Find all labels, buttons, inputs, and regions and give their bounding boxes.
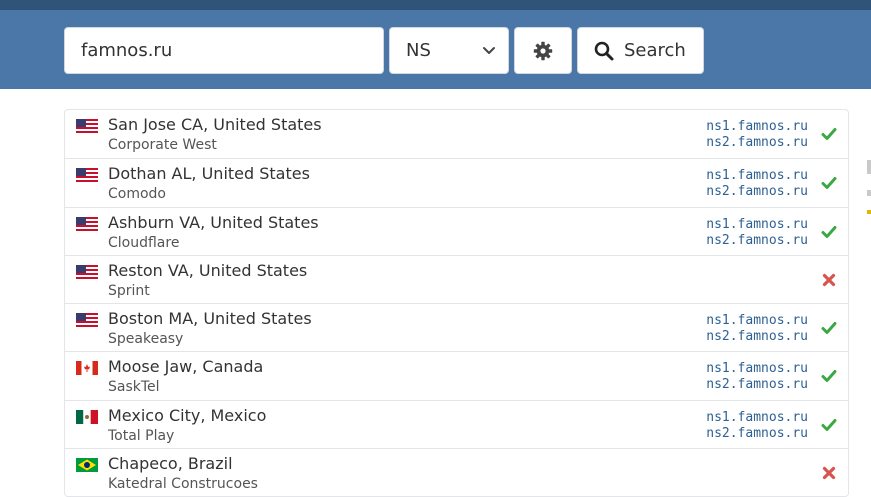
cross-icon bbox=[821, 465, 837, 481]
edge-fragment bbox=[867, 190, 871, 196]
flag-us-icon bbox=[76, 264, 98, 279]
result-row: San Jose CA, United States Corporate West… bbox=[65, 110, 848, 158]
edge-fragment bbox=[867, 160, 871, 174]
settings-button[interactable] bbox=[514, 27, 572, 74]
record-type-select[interactable]: NS bbox=[389, 27, 509, 74]
result-row: Chapeco, Brazil Katedral Construcoes bbox=[65, 448, 848, 496]
flag-ca-icon bbox=[76, 360, 98, 376]
nameserver-1: ns1.famnos.ru bbox=[706, 216, 808, 232]
result-location: Mexico City, Mexico bbox=[108, 405, 267, 425]
result-nameservers: ns1.famnos.ru ns2.famnos.ru bbox=[706, 168, 808, 200]
result-location: Moose Jaw, Canada bbox=[108, 357, 264, 377]
result-provider: Corporate West bbox=[108, 137, 217, 153]
check-icon bbox=[821, 368, 837, 384]
result-provider: Sprint bbox=[108, 282, 150, 299]
nameserver-1: ns1.famnos.ru bbox=[706, 361, 808, 377]
search-button-label: Search bbox=[624, 40, 686, 61]
flag-us-icon bbox=[76, 216, 98, 231]
domain-input[interactable] bbox=[81, 28, 371, 73]
result-row: Reston VA, United States Sprint bbox=[65, 254, 848, 303]
flag-mx-icon bbox=[76, 409, 98, 424]
result-nameservers: ns1.famnos.ru ns2.famnos.ru bbox=[706, 217, 808, 249]
magnifier-icon bbox=[594, 41, 614, 60]
result-provider: SaskTel bbox=[108, 379, 160, 396]
check-icon bbox=[821, 417, 837, 433]
nameserver-1: ns1.famnos.ru bbox=[706, 119, 808, 134]
header-bar: NS Search bbox=[0, 0, 871, 89]
nameserver-2: ns2.famnos.ru bbox=[706, 425, 808, 441]
result-nameservers: ns1.famnos.ru ns2.famnos.ru bbox=[706, 313, 808, 345]
nameserver-2: ns2.famnos.ru bbox=[706, 377, 808, 393]
flag-us-icon bbox=[76, 312, 98, 328]
nameserver-1: ns1.famnos.ru bbox=[706, 168, 808, 184]
edge-fragment bbox=[867, 210, 871, 214]
nameserver-1: ns1.famnos.ru bbox=[706, 313, 808, 329]
search-button[interactable]: Search bbox=[577, 27, 704, 74]
result-provider: Comodo bbox=[108, 186, 166, 203]
result-location: Reston VA, United States bbox=[108, 260, 308, 280]
result-row: Moose Jaw, Canada SaskTel ns1.famnos.ru ns2… bbox=[65, 351, 848, 399]
nameserver-2: ns2.famnos.ru bbox=[706, 184, 808, 200]
nameserver-2: ns2.famnos.ru bbox=[706, 329, 808, 345]
nameserver-1: ns1.famnos.ru bbox=[706, 409, 808, 425]
nameserver-2: ns2.famnos.ru bbox=[706, 232, 808, 248]
result-nameservers: ns1.famnos.ru ns2.famnos.ru bbox=[706, 410, 808, 442]
result-row: Boston MA, United States Speakeasy ns1.fam… bbox=[65, 303, 848, 351]
result-row: Dothan AL, United States Comodo ns1.famnos… bbox=[65, 158, 848, 206]
result-provider: Cloudflare bbox=[108, 234, 180, 251]
flag-br-icon bbox=[76, 457, 98, 473]
result-provider: Total Play bbox=[108, 427, 175, 444]
check-icon bbox=[821, 320, 837, 336]
result-location: Dothan AL, United States bbox=[108, 164, 310, 184]
result-nameservers: ns1.famnos.ru ns2.famnos.ru bbox=[706, 119, 808, 151]
flag-us-icon bbox=[76, 118, 98, 133]
result-location: Boston MA, United States bbox=[108, 309, 312, 329]
gear-icon bbox=[533, 41, 553, 60]
chevron-down-icon bbox=[483, 47, 495, 54]
result-location: Ashburn VA, United States bbox=[108, 212, 319, 232]
check-icon bbox=[821, 175, 837, 191]
header-top-strip bbox=[0, 0, 871, 10]
result-row: Mexico City, Mexico Total Play ns1.famnos.… bbox=[65, 399, 848, 448]
result-row: Ashburn VA, United States Cloudflare ns1.f… bbox=[65, 206, 848, 255]
record-type-value: NS bbox=[406, 40, 431, 61]
cross-icon bbox=[821, 272, 837, 288]
result-nameservers: ns1.famnos.ru ns2.famnos.ru bbox=[706, 361, 808, 393]
results-list: San Jose CA, United States Corporate West… bbox=[64, 109, 849, 497]
nameserver-2: ns2.famnos.ru bbox=[706, 135, 808, 150]
flag-us-icon bbox=[76, 167, 98, 183]
check-icon bbox=[821, 126, 837, 142]
result-provider: Katedral Construcoes bbox=[108, 476, 258, 493]
check-icon bbox=[821, 224, 837, 240]
domain-search-field[interactable] bbox=[64, 27, 384, 74]
result-location: Chapeco, Brazil bbox=[108, 454, 233, 474]
result-provider: Speakeasy bbox=[108, 331, 184, 348]
result-location: San Jose CA, United States bbox=[108, 115, 322, 134]
